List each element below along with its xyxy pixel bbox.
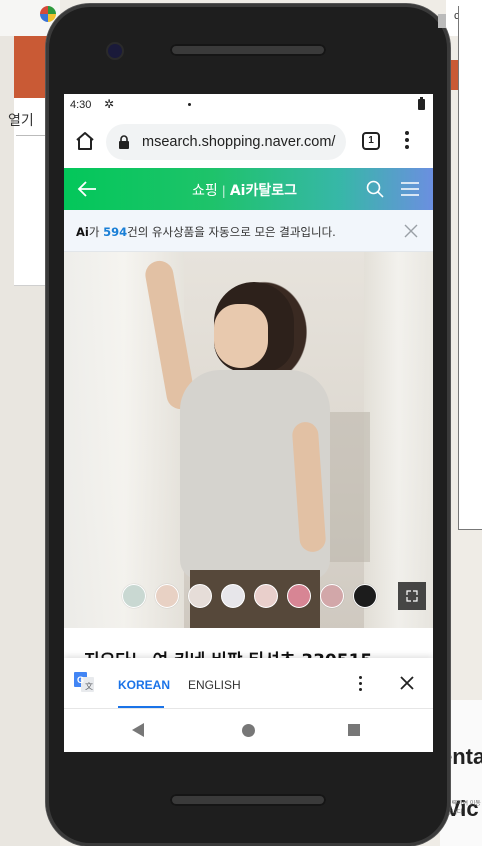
header-title: 쇼핑 | Ai카탈로그 <box>192 180 297 200</box>
browser-menu-icon[interactable] <box>400 129 414 153</box>
status-time: 4:30 <box>70 99 92 111</box>
phone-screen: 4:30 ✲ msearch.shopping.naver.com/ 1 쇼핑 |… <box>64 94 433 752</box>
nav-recents-icon[interactable] <box>348 724 360 736</box>
product-image[interactable] <box>64 252 433 628</box>
phone-side-button <box>438 14 446 28</box>
color-swatch-4[interactable] <box>221 584 245 608</box>
status-bar: 4:30 ✲ <box>64 94 433 116</box>
settings-icon: ✲ <box>104 97 115 111</box>
ai-info-banner: Ai가 594건의 유사상품을 자동으로 모은 결과입니다. <box>64 210 433 252</box>
google-translate-icon: G 文 <box>74 672 94 692</box>
home-icon[interactable] <box>74 130 96 152</box>
color-swatch-8[interactable] <box>353 584 377 608</box>
nav-back-icon[interactable] <box>132 723 144 737</box>
color-swatch-7[interactable] <box>320 584 344 608</box>
color-swatch-5[interactable] <box>254 584 278 608</box>
battery-icon <box>418 97 425 110</box>
nav-home-icon[interactable] <box>242 724 255 737</box>
front-camera <box>108 44 122 58</box>
color-swatch-1[interactable] <box>122 584 146 608</box>
naver-header: 쇼핑 | Ai카탈로그 <box>64 168 433 210</box>
close-translate-icon[interactable] <box>400 676 414 690</box>
svg-text:G: G <box>77 675 84 685</box>
info-banner-text: Ai가 594건의 유사상품을 자동으로 모은 결과입니다. <box>76 224 336 240</box>
ai-prefix: Ai <box>76 225 89 239</box>
svg-text:文: 文 <box>85 681 93 691</box>
expand-image-icon[interactable] <box>398 582 426 610</box>
hamburger-menu-icon[interactable] <box>400 181 420 197</box>
address-bar[interactable]: msearch.shopping.naver.com/ <box>106 124 346 160</box>
background-left-label: 열기 <box>8 113 34 129</box>
info-text-after: 건의 유사상품을 자동으로 모은 결과입니다. <box>127 225 336 239</box>
browser-toolbar: msearch.shopping.naver.com/ 1 <box>64 116 433 168</box>
notification-dot-icon <box>188 103 191 106</box>
translate-menu-icon[interactable] <box>356 674 364 694</box>
source-language-tab[interactable]: KOREAN <box>118 678 170 692</box>
color-swatch-6[interactable] <box>287 584 311 608</box>
google-translate-bar: G 文 KOREAN ENGLISH <box>64 658 433 708</box>
tab-switcher-button[interactable]: 1 <box>362 132 380 150</box>
url-text: msearch.shopping.naver.com/ <box>142 134 336 150</box>
background-right-window <box>458 6 482 530</box>
curtain-right <box>364 252 433 628</box>
model-face <box>214 304 268 368</box>
top-speaker <box>170 44 326 56</box>
lock-icon <box>119 135 129 149</box>
color-swatch-3[interactable] <box>188 584 212 608</box>
chrome-app-icon <box>40 6 56 22</box>
similar-product-count: 594 <box>103 225 128 239</box>
shopping-label[interactable]: 쇼핑 <box>192 183 218 199</box>
title-separator: | <box>221 184 226 198</box>
search-icon[interactable] <box>366 180 384 198</box>
background-right-small-text: 생략하여 이동합니다 <box>446 801 481 816</box>
back-arrow-icon[interactable] <box>76 180 98 198</box>
product-title-area: 지오다노 여 키네 비팡 티셔츠 330515 <box>64 628 433 671</box>
close-banner-icon[interactable] <box>404 224 418 238</box>
ai-catalog-label: Ai카탈로그 <box>229 183 297 199</box>
target-language-tab[interactable]: ENGLISH <box>188 678 241 692</box>
color-swatch-2[interactable] <box>155 584 179 608</box>
android-navigation-bar <box>64 708 433 752</box>
bottom-speaker <box>170 794 326 806</box>
info-text-before: 가 <box>88 225 104 239</box>
